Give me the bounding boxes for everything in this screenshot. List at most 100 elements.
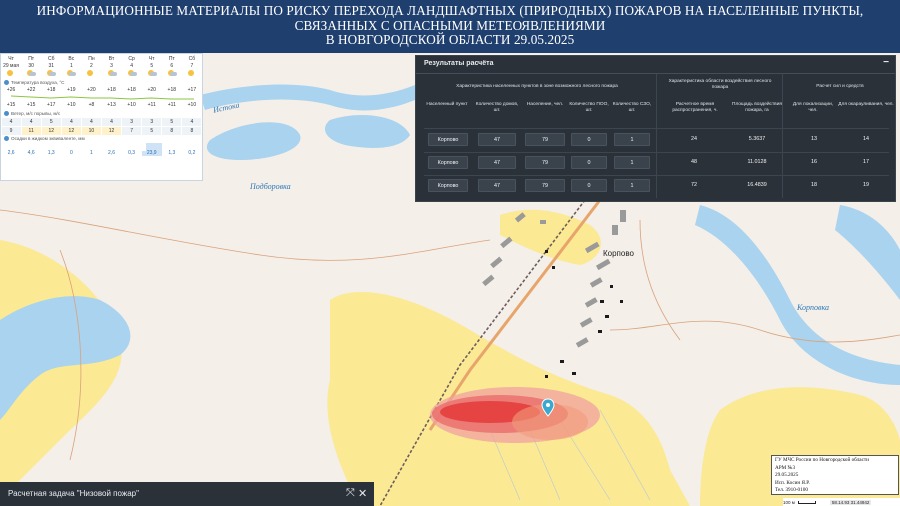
partly-cloudy-icon [46,69,57,77]
sun-icon [6,69,16,77]
weather-day-name: Сб [188,55,196,62]
precip-value: 23,9 [141,151,162,156]
author-stamp: ГУ МЧС России по Новгородской области АР… [771,455,899,495]
stamp-organization: ГУ МЧС России по Новгородской области [775,457,869,463]
temp-high: +19 [67,87,76,93]
cell-time: 48 [691,159,697,165]
temp-low: +11 [167,102,176,108]
cell-poo: 0 [571,179,607,192]
temp-low: +13 [107,102,116,108]
column-header-place: Населенный пункт [426,102,468,107]
precip-value: 2,6 [108,150,115,156]
group-header-fire-impact: Характеристика области воздействия лесно… [668,79,772,90]
weather-day-name: Пн [88,55,95,62]
column-header-patrol: Для окарауливания, чел. [838,102,894,107]
cell-houses: 47 [478,133,516,146]
row-divider [424,152,889,153]
cell-poo: 0 [571,133,607,146]
temp-high: +20 [147,87,156,93]
cursor-coordinates: 58.14.93 31.44942 [829,499,872,505]
cell-population: 79 [525,179,565,192]
temp-high: +20 [87,87,96,93]
cell-szo: 1 [614,156,650,169]
partly-cloudy-icon [127,69,137,77]
weather-day-date: 5 [150,62,154,69]
partly-cloudy-icon [107,69,117,77]
column-divider [656,74,657,198]
weather-day-date: 2 [90,62,93,69]
cell-patrol: 19 [863,182,869,188]
wind-gust: 9 [1,126,21,135]
weather-day-date: 7 [190,62,194,69]
cell-place: Корпово [428,179,468,192]
precip-value: 1 [90,150,93,156]
thermometer-icon [4,80,9,85]
partly-cloudy-icon [66,69,77,77]
cell-szo: 1 [614,133,650,146]
temp-high: +17 [187,87,197,93]
partly-cloudy-icon [26,69,37,77]
weather-day-name: Чт [148,55,155,62]
column-header-population: Население, чел. [526,102,564,107]
temp-low: +10 [67,102,76,108]
close-icon[interactable]: ✕ [358,487,367,500]
cell-poo: 0 [571,156,607,169]
wind-gust: 11 [21,126,41,135]
minimize-button[interactable]: − [883,57,889,68]
temp-high: +22 [26,87,36,93]
temp-low: +17 [46,102,56,108]
weather-day-name: Ср [128,55,135,62]
column-header-szo: Количество СЗО, шт. [612,102,652,113]
map-label-village: Корпово [603,249,634,258]
weather-temp-label-text: Температура воздуха, °С [11,80,65,85]
precip-value: 0 [69,150,73,156]
wind-gust: 7 [122,126,142,135]
weather-precip-label-text: Осадки в жидком эквиваленте, мм [11,136,85,141]
wind-icon [4,111,9,116]
weather-day-date: 4 [130,62,133,69]
weather-day-name: Пт [168,55,175,62]
precip-value: 4,6 [27,150,35,156]
stamp-phone: Тел. 3910-0100 [775,487,808,494]
cell-houses: 47 [478,179,516,192]
expand-icon[interactable]: ⤧ [346,487,355,500]
cell-szo: 1 [614,179,650,192]
column-header-localization: Для локализации, чел. [792,102,834,113]
stamp-date: 29.05.2025 [775,472,799,479]
sun-icon [86,69,96,77]
scale-ruler [797,500,816,504]
cell-localization: 18 [811,182,817,188]
temp-low: +10 [127,102,136,108]
column-header-time: Расчетное время распространения, ч. [672,102,718,113]
header-line-3: В НОВГОРОДСКОЙ ОБЛАСТИ 29.05.2025 [325,32,575,47]
row-divider [424,128,889,129]
cell-area: 16.4839 [747,182,767,188]
wind-gust: 12 [41,126,61,135]
column-header-houses: Количество домов, шт. [475,102,519,113]
task-title: Расчетная задача "Низовой пожар" [8,489,139,498]
precip-value: 0,3 [128,150,136,156]
temp-low: +15 [26,102,36,108]
header-line-2: СВЯЗАННЫХ С ОПАСНЫМИ МЕТЕОЯВЛЕНИЯМИ [294,17,606,33]
cell-population: 79 [525,156,565,169]
weather-day-name: Вс [68,55,75,62]
weather-day-name: Вт [108,55,115,62]
row-divider [424,175,889,176]
wind-speed: 4 [1,117,21,126]
results-title: Результаты расчёта [424,60,494,67]
stamp-workstation: АРМ №3 [775,464,796,471]
column-header-area: Площадь воздействия пожара, га [732,102,782,113]
weather-day-name: Пт [28,55,35,62]
raindrop-icon [4,136,9,141]
weather-temp-label: Температура воздуха, °С [1,79,202,86]
wind-speed: 4 [182,117,202,126]
sun-icon [187,69,197,77]
weather-wind-row: 4 4 5 4 4 4 3 3 5 4 [1,117,202,126]
task-bar[interactable]: Расчетная задача "Низовой пожар" ⤧ ✕ [0,482,374,506]
temp-high: +18 [167,87,177,93]
cell-population: 79 [525,133,565,146]
weather-day-name: Сб [47,55,55,62]
cell-area: 11.0128 [747,159,767,165]
weather-day-name: Чт [8,55,14,62]
scale-bar: 100 м 58.14.93 31.44942 [783,498,900,506]
